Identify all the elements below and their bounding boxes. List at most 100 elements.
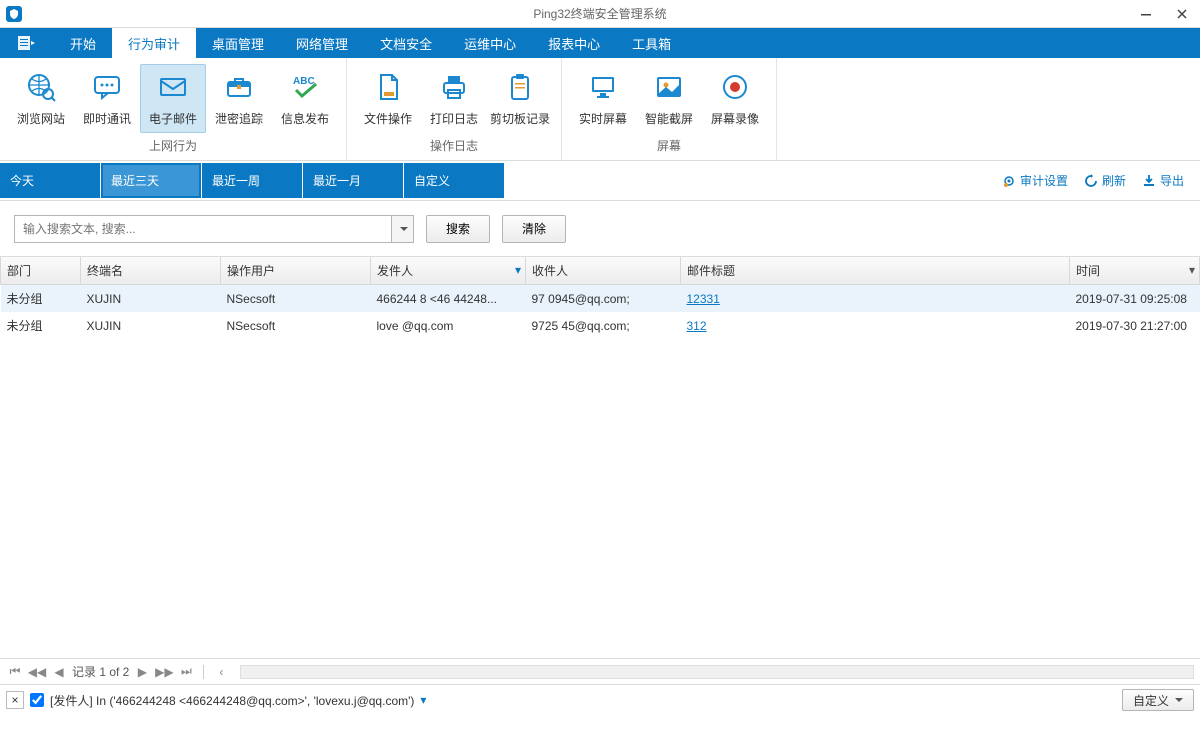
ribbon-browse-site[interactable]: 浏览网站 [8,64,74,133]
ribbon-label: 泄密追踪 [215,110,263,127]
filter-custom-button[interactable]: 自定义 [1122,689,1194,711]
ribbon-email[interactable]: 电子邮件 [140,64,206,133]
search-input[interactable] [15,216,391,242]
col-to[interactable]: 收件人 [526,257,681,285]
chat-icon [90,70,124,104]
menu-tab-reports[interactable]: 报表中心 [532,28,616,58]
time-filter-month[interactable]: 最近一月 [303,163,403,198]
pager-bar: ⏮ ◀◀ ◀ 记录 1 of 2 ▶ ▶▶ ⏭ ‹ [0,659,1200,685]
minimize-button[interactable] [1128,0,1164,28]
ribbon-label: 浏览网站 [17,110,65,127]
pager-scroll-left[interactable]: ‹ [212,663,230,681]
subject-link[interactable]: 312 [687,319,707,333]
horizontal-scrollbar[interactable] [240,665,1194,679]
ribbon-leak-trace[interactable]: 泄密追踪 [206,64,272,133]
menu-tab-toolbox[interactable]: 工具箱 [616,28,687,58]
ribbon-smart-shot[interactable]: 智能截屏 [636,64,702,133]
menu-tab-ops[interactable]: 运维中心 [448,28,532,58]
refresh-button[interactable]: 刷新 [1076,161,1134,200]
ribbon-im[interactable]: 即时通讯 [74,64,140,133]
pager-next-page[interactable]: ▶▶ [155,663,173,681]
ribbon-clipboard[interactable]: 剪切板记录 [487,64,553,133]
col-user[interactable]: 操作用户 [221,257,371,285]
col-time[interactable]: 时间▾ [1070,257,1200,285]
title-bar: Ping32终端安全管理系统 [0,0,1200,28]
sort-desc-icon: ▾ [1189,263,1195,277]
pager-text: 记录 1 of 2 [72,663,129,680]
menu-tab-network[interactable]: 网络管理 [280,28,364,58]
menu-tab-behavior-audit[interactable]: 行为审计 [112,28,196,58]
clipboard-icon [503,70,537,104]
ribbon-file-op[interactable]: 文件操作 [355,64,421,133]
col-subject[interactable]: 邮件标题 [681,257,1070,285]
ribbon-label: 文件操作 [364,110,412,127]
pager-prev[interactable]: ◀ [50,663,68,681]
ribbon-group-label: 屏幕 [657,137,681,158]
time-filter-3days[interactable]: 最近三天 [101,163,201,198]
time-filter-custom[interactable]: 自定义 [404,163,504,198]
results-table-wrap: 部门 终端名 操作用户 发件人▾ 收件人 邮件标题 时间▾ 未分组 XUJIN … [0,257,1200,659]
search-bar: 搜索 清除 [0,201,1200,257]
file-menu-button[interactable] [0,28,54,58]
record-icon [718,70,752,104]
monitor-icon [586,70,620,104]
ribbon-live-screen[interactable]: 实时屏幕 [570,64,636,133]
filter-enabled-checkbox[interactable] [30,693,44,707]
menu-tab-start[interactable]: 开始 [54,28,112,58]
ribbon-label: 信息发布 [281,110,329,127]
filter-footer: × [发件人] In ('466244248 <466244248@qq.com… [0,685,1200,715]
table-row[interactable]: 未分组 XUJIN NSecsoft love @qq.com 9725 45@… [1,312,1200,339]
app-icon [6,6,22,22]
pager-prev-page[interactable]: ◀◀ [28,663,46,681]
audit-settings-button[interactable]: 审计设置 [994,161,1076,200]
gear-icon [1002,174,1016,188]
refresh-icon [1084,174,1098,188]
ribbon: 浏览网站 即时通讯 电子邮件 泄密追踪 ABC 信息发布 上网行为 [0,58,1200,161]
ribbon-label: 电子邮件 [149,110,197,127]
search-button[interactable]: 搜索 [426,215,490,243]
filter-close-button[interactable]: × [6,691,24,709]
results-table: 部门 终端名 操作用户 发件人▾ 收件人 邮件标题 时间▾ 未分组 XUJIN … [0,257,1200,339]
file-icon [371,70,405,104]
pager-last[interactable]: ⏭ [177,663,195,681]
table-row[interactable]: 未分组 XUJIN NSecsoft 466244 8 <46 44248...… [1,285,1200,313]
subject-link[interactable]: 12331 [687,292,720,306]
ribbon-info-pub[interactable]: ABC 信息发布 [272,64,338,133]
ribbon-label: 打印日志 [430,110,478,127]
ribbon-group-label: 操作日志 [430,137,478,158]
time-filter-week[interactable]: 最近一周 [202,163,302,198]
ribbon-print-log[interactable]: 打印日志 [421,64,487,133]
export-button[interactable]: 导出 [1134,161,1192,200]
pager-first[interactable]: ⏮ [6,663,24,681]
col-dept[interactable]: 部门 [1,257,81,285]
email-icon [156,70,190,104]
ribbon-group-label: 上网行为 [149,137,197,158]
ribbon-screen-rec[interactable]: 屏幕录像 [702,64,768,133]
table-header-row: 部门 终端名 操作用户 发件人▾ 收件人 邮件标题 时间▾ [1,257,1200,285]
pager-next[interactable]: ▶ [133,663,151,681]
clear-button[interactable]: 清除 [502,215,566,243]
menu-tab-doc-security[interactable]: 文档安全 [364,28,448,58]
ribbon-label: 即时通讯 [83,110,131,127]
filter-expression: [发件人] In ('466244248 <466244248@qq.com>'… [50,692,414,709]
main-menu-tabs: 开始 行为审计 桌面管理 网络管理 文档安全 运维中心 报表中心 工具箱 [0,28,1200,58]
time-filter-today[interactable]: 今天 [0,163,100,198]
filter-dropdown-icon[interactable]: ▾ [420,693,426,707]
ribbon-label: 屏幕录像 [711,110,759,127]
ribbon-group-internet: 浏览网站 即时通讯 电子邮件 泄密追踪 ABC 信息发布 上网行为 [0,58,347,160]
ribbon-label: 剪切板记录 [490,110,550,127]
col-host[interactable]: 终端名 [81,257,221,285]
window-title: Ping32终端安全管理系统 [533,5,666,22]
ribbon-group-screen: 实时屏幕 智能截屏 屏幕录像 屏幕 [562,58,777,160]
search-combo[interactable] [14,215,414,243]
filter-icon: ▾ [515,263,521,277]
globe-search-icon [24,70,58,104]
ribbon-group-oplog: 文件操作 打印日志 剪切板记录 操作日志 [347,58,562,160]
download-icon [1142,174,1156,188]
search-dropdown-toggle[interactable] [391,216,413,242]
ribbon-label: 智能截屏 [645,110,693,127]
col-from[interactable]: 发件人▾ [371,257,526,285]
abc-check-icon: ABC [288,70,322,104]
menu-tab-desktop[interactable]: 桌面管理 [196,28,280,58]
close-button[interactable] [1164,0,1200,28]
